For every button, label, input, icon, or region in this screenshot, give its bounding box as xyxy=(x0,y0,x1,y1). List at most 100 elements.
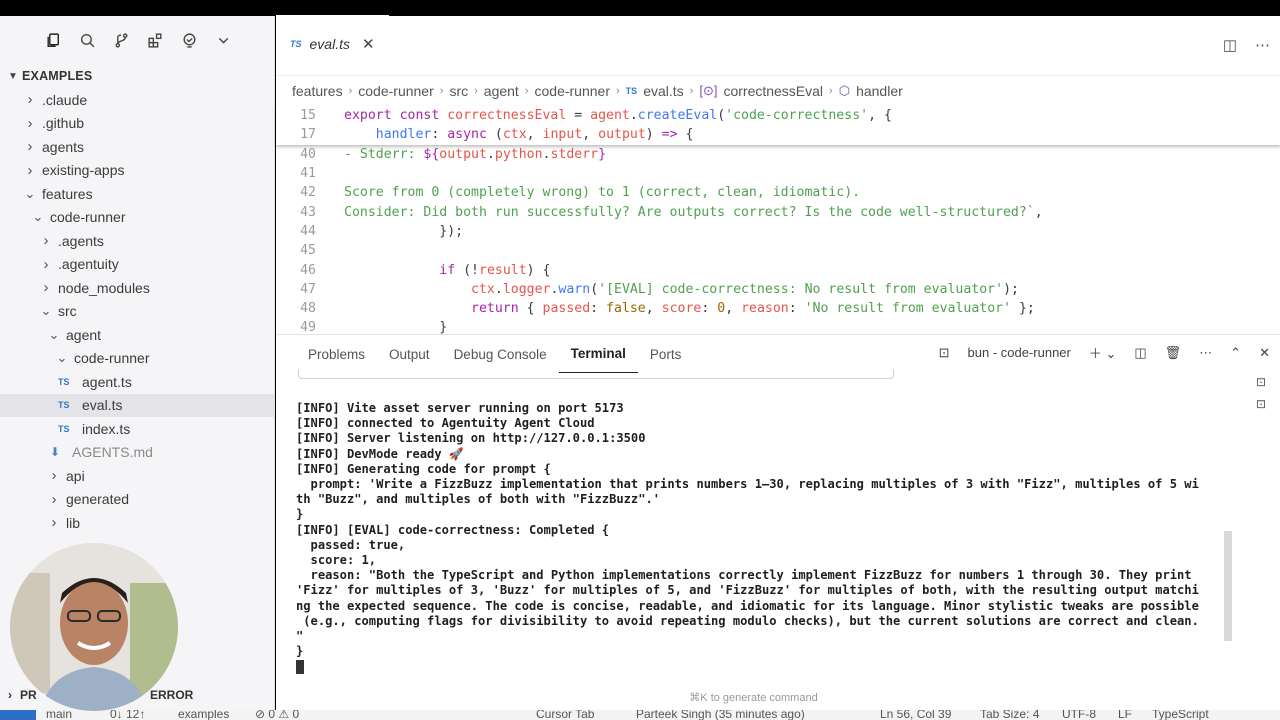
chevron-right-icon: › xyxy=(27,114,33,132)
tab-output[interactable]: Output xyxy=(377,335,442,373)
terminal-line-text: " xyxy=(296,629,304,644)
breadcrumb-item[interactable]: handler xyxy=(856,83,903,99)
tree-item[interactable]: ⌄ agent xyxy=(0,323,274,347)
typescript-file-icon: TS xyxy=(58,423,70,434)
trash-icon[interactable]: 🗑 xyxy=(1165,345,1182,361)
tree-item[interactable]: ⌄ features xyxy=(0,182,274,206)
remote-explorer-icon[interactable] xyxy=(172,23,206,57)
terminal-name[interactable]: bun - code-runner xyxy=(968,345,1071,360)
line-number: 44 xyxy=(300,223,316,239)
source-control-icon[interactable] xyxy=(104,23,138,57)
terminal-tab-icon[interactable]: ⊡ xyxy=(1256,375,1266,389)
tab-eval-ts[interactable]: TS eval.ts ✕ xyxy=(276,15,389,75)
typescript-file-icon: TS xyxy=(58,376,70,387)
more-actions-icon[interactable]: ⋯ xyxy=(1255,36,1270,54)
explorer-icon[interactable] xyxy=(36,23,70,57)
code-line[interactable]: 42 Score from 0 (completely wrong) to 1 (… xyxy=(276,183,1280,202)
terminal-line: [INFO] DevMode ready 🚀 xyxy=(296,447,1216,462)
tree-item[interactable]: › lib xyxy=(0,511,274,535)
tab-debug-console[interactable]: Debug Console xyxy=(442,335,559,373)
git-blame[interactable]: Parteek Singh (35 minutes ago) xyxy=(636,710,805,720)
new-terminal-icon[interactable]: ＋ ⌄ xyxy=(1089,343,1117,362)
line-number: 43 xyxy=(300,204,316,220)
extensions-icon[interactable] xyxy=(138,23,172,57)
close-icon[interactable]: ✕ xyxy=(362,35,375,53)
tree-item[interactable]: ⬇ AGENTS.md xyxy=(0,441,274,465)
split-terminal-icon[interactable]: ◫ xyxy=(1134,345,1146,361)
tab-size[interactable]: Tab Size: 4 xyxy=(980,710,1039,720)
tree-item[interactable]: › .agentuity xyxy=(0,253,274,277)
panel-actions: ⊡ bun - code-runner ＋ ⌄ ◫ 🗑 ⋯ ⌃ ✕ xyxy=(939,343,1270,362)
bottom-panel: Problems Output Debug Console Terminal P… xyxy=(276,334,1280,710)
tree-item[interactable]: TS eval.ts xyxy=(0,393,274,417)
tree-item-label: existing-apps xyxy=(42,162,125,179)
terminal-side-tabs: ⊡ ⊡ xyxy=(1256,375,1266,411)
tree-item-label: .agentuity xyxy=(58,256,119,273)
scrollbar-thumb[interactable] xyxy=(1224,531,1232,641)
breadcrumb-item[interactable]: eval.ts xyxy=(643,83,683,99)
webcam-overlay xyxy=(10,543,178,711)
language-mode[interactable]: TypeScript xyxy=(1152,710,1209,720)
more-actions-icon[interactable]: ⋯ xyxy=(1199,345,1212,361)
code-line[interactable]: 41 xyxy=(276,164,1280,183)
workspace-label[interactable]: examples xyxy=(178,710,229,720)
tree-item[interactable]: ⌄ code-runner xyxy=(0,206,274,230)
tree-item[interactable]: TS agent.ts xyxy=(0,370,274,394)
tree-item[interactable]: › .claude xyxy=(0,88,274,112)
breadcrumb-item[interactable]: code-runner xyxy=(358,83,434,99)
code-body[interactable]: 40- Stderr: ${output. python. stderr} 41 4… xyxy=(276,145,1280,338)
encoding[interactable]: UTF-8 xyxy=(1062,710,1096,720)
chevron-right-icon: › xyxy=(51,490,57,508)
tree-item-label: agents xyxy=(42,138,85,155)
line-number: 46 xyxy=(300,262,316,278)
remote-indicator[interactable] xyxy=(0,710,36,720)
code-line[interactable]: 48 return { passed: false, score: 0, rea… xyxy=(276,299,1280,318)
breadcrumb-item[interactable]: code-runner xyxy=(535,83,611,99)
branch-indicator[interactable]: main xyxy=(46,710,72,720)
cursor-position[interactable]: Ln 56, Col 39 xyxy=(880,710,951,720)
sync-indicator[interactable]: 0↓ 12↑ xyxy=(110,710,145,720)
tree-item[interactable]: › agents xyxy=(0,135,274,159)
chevron-down-icon[interactable] xyxy=(206,23,240,57)
terminal-line: reason: "Both the TypeScript and Python … xyxy=(296,568,1216,583)
code-line[interactable]: 40- Stderr: ${output. python. stderr} xyxy=(276,145,1280,164)
close-panel-icon[interactable]: ✕ xyxy=(1259,345,1270,361)
cursor-tab-indicator[interactable]: Cursor Tab xyxy=(536,710,594,720)
tab-ports[interactable]: Ports xyxy=(638,335,694,373)
line-ending[interactable]: LF xyxy=(1118,710,1132,720)
code-line[interactable]: 46 if (! result) { xyxy=(276,260,1280,279)
breadcrumb-item[interactable]: src xyxy=(449,83,468,99)
terminal-prompt[interactable] xyxy=(296,659,1216,674)
code-line[interactable]: 47 ctx. logger. warn('[EVAL] code-correctn… xyxy=(276,280,1280,299)
code-line[interactable]: 44 }); xyxy=(276,222,1280,241)
tab-problems[interactable]: Problems xyxy=(296,335,377,373)
maximize-panel-icon[interactable]: ⌃ xyxy=(1230,345,1241,361)
terminal-output[interactable]: [INFO] Vite asset server running on port… xyxy=(296,401,1216,675)
terminal-tab-icon[interactable]: ⊡ xyxy=(1256,397,1266,411)
code-line[interactable]: 45 xyxy=(276,241,1280,260)
tree-item[interactable]: › node_modules xyxy=(0,276,274,300)
search-icon[interactable] xyxy=(70,23,104,57)
tree-item[interactable]: › generated xyxy=(0,488,274,512)
explorer-section-header[interactable]: ▼ EXAMPLES xyxy=(0,64,274,88)
tree-item[interactable]: ⌄ code-runner xyxy=(0,347,274,371)
breadcrumb-item[interactable]: features xyxy=(292,83,343,99)
breadcrumb-item[interactable]: correctnessEval xyxy=(723,83,823,99)
breadcrumb-item[interactable]: agent xyxy=(484,83,519,99)
typescript-file-icon: TS xyxy=(625,86,638,96)
tree-item[interactable]: › .agents xyxy=(0,229,274,253)
code-line[interactable]: 43 Consider: Did both run successfully? A… xyxy=(276,202,1280,221)
code-line[interactable]: 15 export const correctnessEval = agent. c… xyxy=(276,106,1280,125)
tree-item[interactable]: TS index.ts xyxy=(0,417,274,441)
tree-item[interactable]: › api xyxy=(0,464,274,488)
tree-item[interactable]: › existing-apps xyxy=(0,159,274,183)
tab-terminal[interactable]: Terminal xyxy=(558,335,638,373)
tree-item-label: eval.ts xyxy=(82,397,123,414)
tree-item-label: code-runner xyxy=(74,350,150,367)
tree-item[interactable]: › .github xyxy=(0,112,274,136)
problems-indicator[interactable]: ⊘ 0 ⚠ 0 xyxy=(255,710,299,720)
code-line[interactable]: 17 handler: async (ctx, input, output) =… xyxy=(276,125,1280,144)
terminal-line: } xyxy=(296,644,1216,659)
split-editor-icon[interactable]: ◫ xyxy=(1223,36,1237,54)
tree-item[interactable]: ⌄ src xyxy=(0,300,274,324)
